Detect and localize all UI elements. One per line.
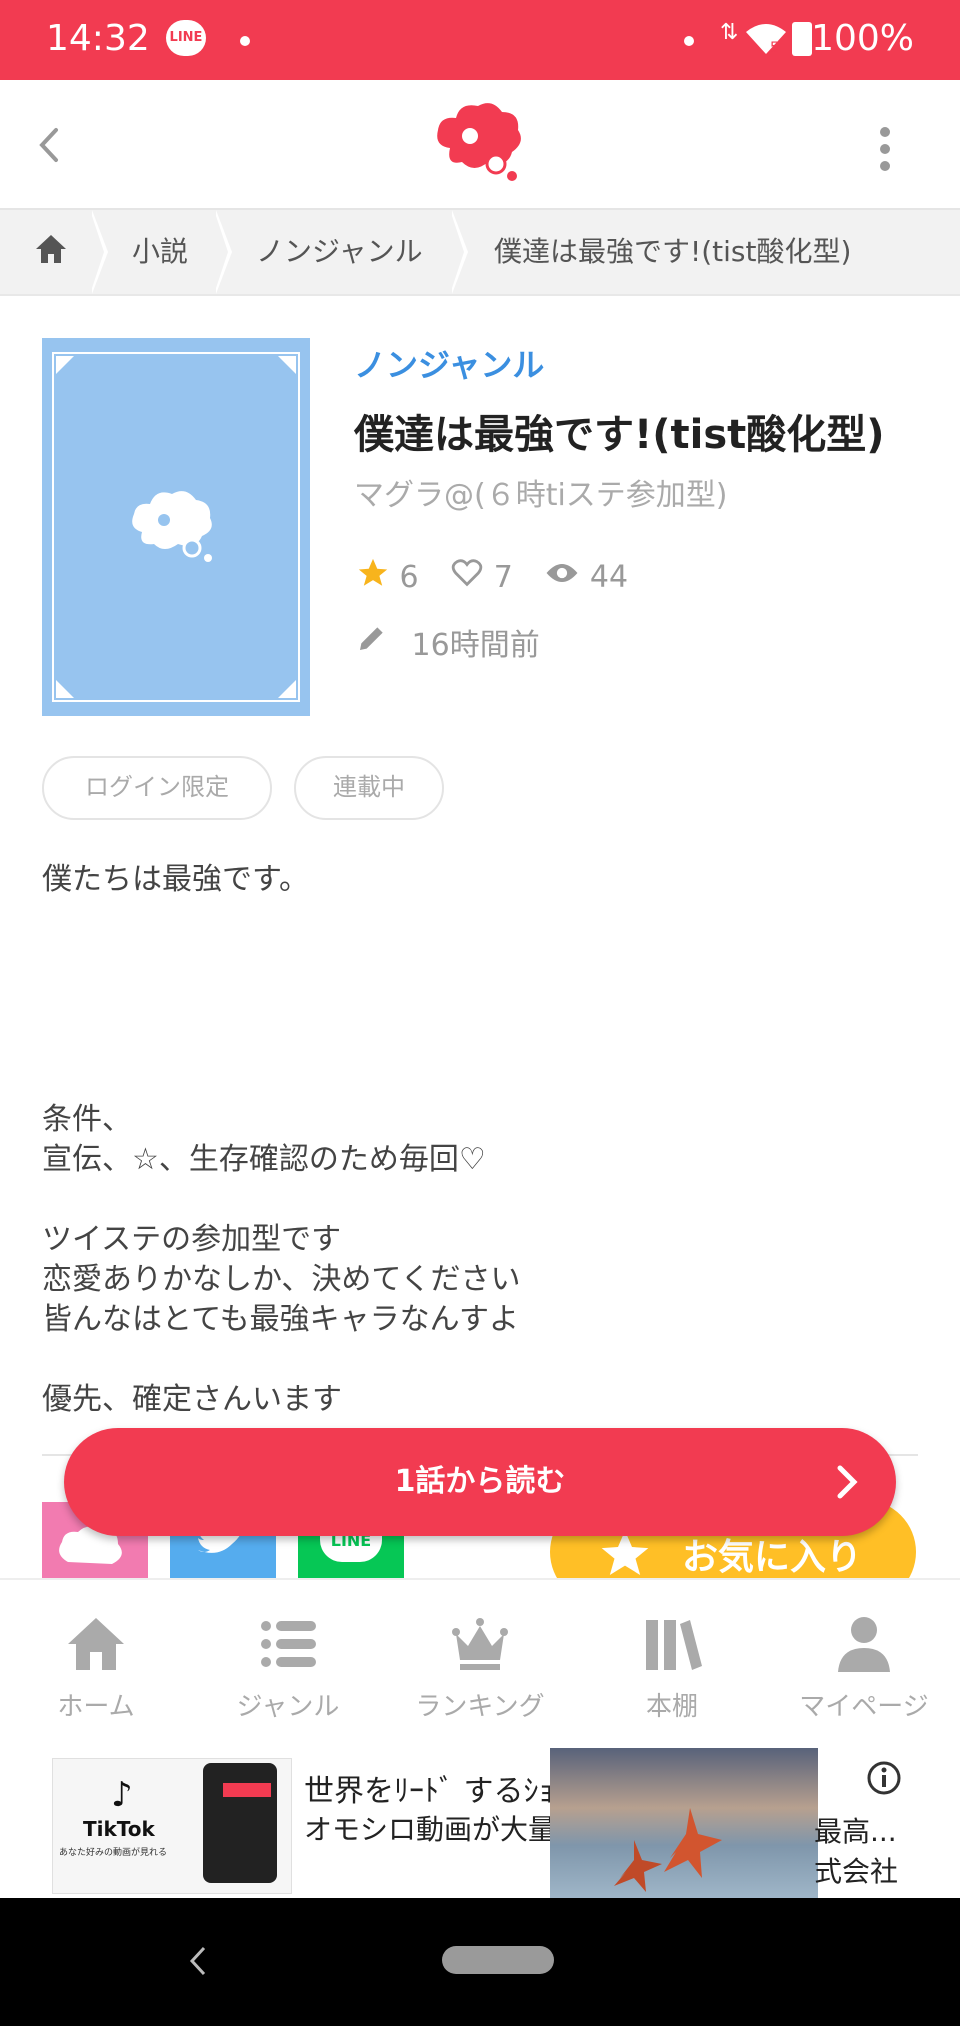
notification-dot-icon: [684, 36, 694, 46]
data-arrows-icon: ⇅: [720, 20, 739, 45]
books-icon: [642, 1614, 702, 1674]
nav-home[interactable]: ホーム: [0, 1580, 192, 1748]
bottom-nav: ホーム ジャンル ランキング 本棚 マイページ: [0, 1578, 960, 1748]
svg-text:5: 5: [770, 40, 779, 56]
nav-label: ジャンル: [236, 1692, 340, 1722]
ad-text-right: 最高...: [814, 1815, 897, 1848]
list-icon: [258, 1614, 318, 1674]
nav-label: ランキング: [415, 1692, 545, 1722]
novel-title: 僕達は最強です!(tist酸化型): [354, 412, 885, 458]
like-count: 7: [493, 559, 513, 595]
system-nav-bar: [0, 1898, 960, 2026]
status-time: 14:32: [46, 18, 150, 59]
breadcrumb-item-current: 僕達は最強です!(tist酸化型): [494, 235, 852, 268]
ad-subline: オモシロ動画が大量: [304, 1813, 557, 1846]
breadcrumb-item-genre[interactable]: ノンジャンル: [256, 210, 423, 294]
book-cover[interactable]: [42, 338, 310, 716]
chevron-right-icon: [826, 1462, 866, 1502]
app-bar: [0, 80, 960, 210]
genre-link[interactable]: ノンジャンル: [354, 340, 544, 386]
read-from-first-button[interactable]: 1話から読む: [64, 1428, 896, 1536]
wifi-icon: 5: [744, 22, 788, 64]
star-icon: [356, 556, 390, 598]
home-icon: [66, 1614, 126, 1674]
ad-banner[interactable]: ♪ TikTok あなた好みの動画が見れる 世界をﾘｰﾄﾞ するｼｮ オモシロ動…: [0, 1746, 960, 1898]
system-back-icon[interactable]: [186, 1944, 210, 1978]
heart-icon: [450, 556, 484, 598]
system-home-pill[interactable]: [442, 1946, 554, 1974]
status-bar: 14:32 LINE ⇅ 5 100%: [0, 0, 960, 80]
crown-icon: [450, 1614, 510, 1674]
home-icon[interactable]: [34, 232, 68, 272]
tiktok-icon: ♪: [111, 1775, 133, 1815]
tag-serializing: 連載中: [294, 756, 444, 820]
phone-mockup: [203, 1763, 277, 1883]
nav-genre[interactable]: ジャンル: [192, 1580, 384, 1748]
ad-thumbnail[interactable]: ♪ TikTok あなた好みの動画が見れる: [52, 1758, 292, 1894]
ad-thumb-brand: TikTok: [83, 1817, 155, 1841]
novel-description: 僕たちは最強です。 条件、 宣伝、☆、生存確認のため毎回♡ ツイステの参加型です…: [42, 862, 521, 1417]
view-count: 44: [589, 559, 629, 595]
app-logo-icon[interactable]: [430, 96, 530, 186]
breadcrumb-item-novels[interactable]: 小説: [132, 210, 188, 294]
tag-login-only: ログイン限定: [42, 756, 272, 820]
line-notification-icon: LINE: [166, 20, 206, 56]
info-icon[interactable]: [866, 1760, 902, 1796]
nav-ranking[interactable]: ランキング: [384, 1580, 576, 1748]
more-vertical-icon[interactable]: [872, 124, 898, 174]
update-info: 16時間前: [356, 620, 540, 664]
ad-thumb-caption: あなた好みの動画が見れる: [59, 1848, 168, 1858]
author-link[interactable]: マグラ@(６時tiステ参加型): [354, 470, 728, 514]
eye-icon: [544, 558, 580, 596]
star-count: 6: [399, 559, 419, 595]
placeholder-logo-icon: [126, 484, 226, 568]
chevron-left-icon[interactable]: [30, 120, 70, 170]
novel-stats: 6 7 44: [356, 556, 628, 606]
battery-icon: [792, 22, 812, 56]
ad-starfish-image[interactable]: [550, 1748, 818, 1898]
nav-mypage[interactable]: マイページ: [768, 1580, 960, 1748]
notification-dot-icon: [240, 36, 250, 46]
nav-label: マイページ: [799, 1692, 929, 1722]
read-button-label: 1話から読む: [394, 1464, 566, 1499]
user-icon: [834, 1614, 894, 1674]
battery-percent: 100%: [811, 18, 914, 59]
pencil-icon: [356, 622, 388, 662]
ad-advertiser: 式会社: [814, 1855, 899, 1888]
nav-bookshelf[interactable]: 本棚: [576, 1580, 768, 1748]
ad-headline: 世界をﾘｰﾄﾞ するｼｮ: [304, 1774, 554, 1809]
nav-label: ホーム: [57, 1692, 135, 1722]
updated-time: 16時間前: [411, 628, 540, 663]
nav-label: 本棚: [645, 1692, 698, 1722]
breadcrumb: 小説 ノンジャンル 僕達は最強です!(tist酸化型): [0, 210, 960, 296]
